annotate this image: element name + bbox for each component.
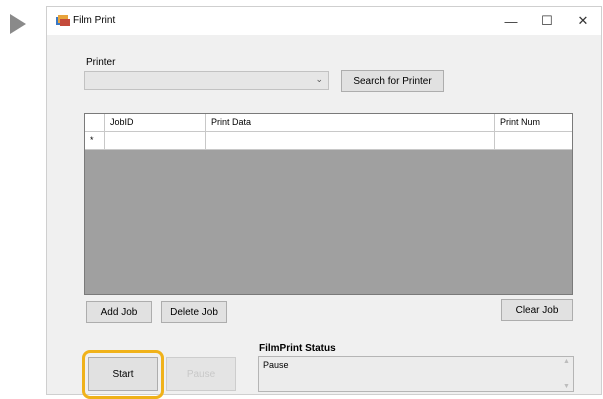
filmprint-status-label: FilmPrint Status xyxy=(259,343,336,354)
status-textbox[interactable]: Pause ▲ ▼ xyxy=(258,356,574,392)
close-button[interactable]: ✕ xyxy=(565,7,601,35)
add-job-button[interactable]: Add Job xyxy=(86,301,152,323)
cell-jobid[interactable] xyxy=(105,132,206,149)
maximize-button[interactable]: ☐ xyxy=(529,7,565,35)
maximize-icon: ☐ xyxy=(541,13,553,28)
table-row[interactable]: * xyxy=(85,132,572,150)
printer-select[interactable]: ⌄ xyxy=(84,71,329,90)
chevron-down-icon: ⌄ xyxy=(315,74,323,84)
column-header-print-num[interactable]: Print Num xyxy=(495,114,572,131)
row-header-corner xyxy=(85,114,105,131)
indicator-arrow-icon xyxy=(10,14,26,34)
scroll-up-icon[interactable]: ▲ xyxy=(563,358,570,365)
status-text: Pause xyxy=(263,360,289,370)
cell-print-num[interactable] xyxy=(495,132,572,149)
search-for-printer-button[interactable]: Search for Printer xyxy=(341,70,444,92)
new-row-marker: * xyxy=(90,135,94,145)
start-button-highlight xyxy=(82,350,164,399)
status-scrollbar[interactable]: ▲ ▼ xyxy=(561,357,573,391)
cell-print-data[interactable] xyxy=(206,132,495,149)
pause-button[interactable]: Pause xyxy=(166,357,236,391)
delete-job-button[interactable]: Delete Job xyxy=(161,301,227,323)
window-title: Film Print xyxy=(73,15,116,26)
minimize-button[interactable]: — xyxy=(493,7,529,35)
row-header[interactable]: * xyxy=(85,132,105,149)
column-header-jobid[interactable]: JobID xyxy=(105,114,206,131)
column-header-print-data[interactable]: Print Data xyxy=(206,114,495,131)
scroll-down-icon[interactable]: ▼ xyxy=(563,383,570,390)
printer-label: Printer xyxy=(86,57,116,68)
film-print-window: Film Print — ☐ ✕ Printer ⌄ Search for Pr… xyxy=(46,6,602,399)
close-icon: ✕ xyxy=(577,13,589,28)
minimize-icon: — xyxy=(504,13,518,29)
grid-header: JobID Print Data Print Num xyxy=(85,114,572,132)
job-grid: JobID Print Data Print Num * xyxy=(84,113,573,295)
film-print-app-icon xyxy=(56,15,70,26)
title-bar: Film Print — ☐ ✕ xyxy=(47,7,601,35)
clear-job-button[interactable]: Clear Job xyxy=(501,299,573,321)
